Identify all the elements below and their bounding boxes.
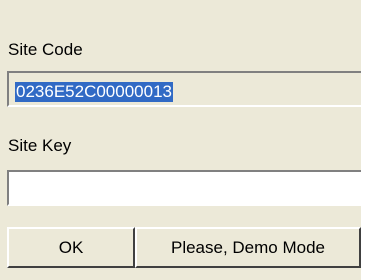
site-code-label: Site Code	[8, 40, 83, 59]
license-dialog: Site Code 0236E52C00000013 Site Key OK P…	[0, 0, 361, 280]
site-code-value: 0236E52C00000013	[15, 82, 173, 102]
site-key-input[interactable]	[7, 170, 361, 206]
site-code-field[interactable]: 0236E52C00000013	[7, 71, 361, 107]
demo-mode-button[interactable]: Please, Demo Mode	[135, 227, 361, 268]
ok-button[interactable]: OK	[7, 227, 135, 268]
site-key-label: Site Key	[8, 136, 72, 155]
